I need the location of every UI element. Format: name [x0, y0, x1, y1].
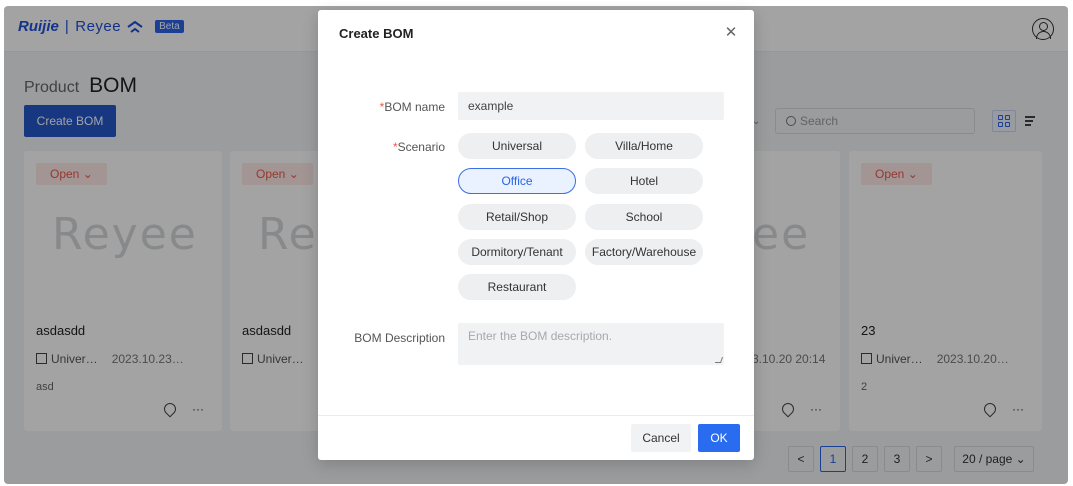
description-placeholder: Enter the BOM description. — [468, 329, 613, 343]
scenario-chip-factory-warehouse[interactable]: Factory/Warehouse — [585, 239, 703, 265]
scenario-chip-villa-home[interactable]: Villa/Home — [585, 133, 703, 159]
bom-description-textarea[interactable]: Enter the BOM description. — [458, 323, 724, 365]
scenario-chip-universal[interactable]: Universal — [458, 133, 576, 159]
bom-description-label: BOM Description — [354, 331, 445, 345]
dialog-footer: Cancel OK — [318, 415, 754, 460]
close-icon[interactable]: ✕ — [724, 25, 738, 40]
scenario-chip-hotel[interactable]: Hotel — [585, 168, 703, 194]
scenario-chip-office[interactable]: Office — [458, 168, 576, 194]
bom-name-input[interactable]: example — [458, 92, 724, 120]
scenario-chip-retail-shop[interactable]: Retail/Shop — [458, 204, 576, 230]
bom-name-label: *BOM name — [379, 100, 445, 114]
create-bom-dialog: Create BOM ✕ *BOM name example *Scenario… — [318, 10, 754, 460]
scenario-chip-restaurant[interactable]: Restaurant — [458, 274, 576, 300]
scenario-chip-dormitory-tenant[interactable]: Dormitory/Tenant — [458, 239, 576, 265]
scenario-chip-school[interactable]: School — [585, 204, 703, 230]
dialog-title: Create BOM — [339, 26, 414, 41]
scenario-label: *Scenario — [392, 140, 445, 154]
resize-handle-icon[interactable] — [714, 357, 724, 363]
ok-button[interactable]: OK — [698, 424, 740, 452]
cancel-button[interactable]: Cancel — [631, 424, 691, 452]
